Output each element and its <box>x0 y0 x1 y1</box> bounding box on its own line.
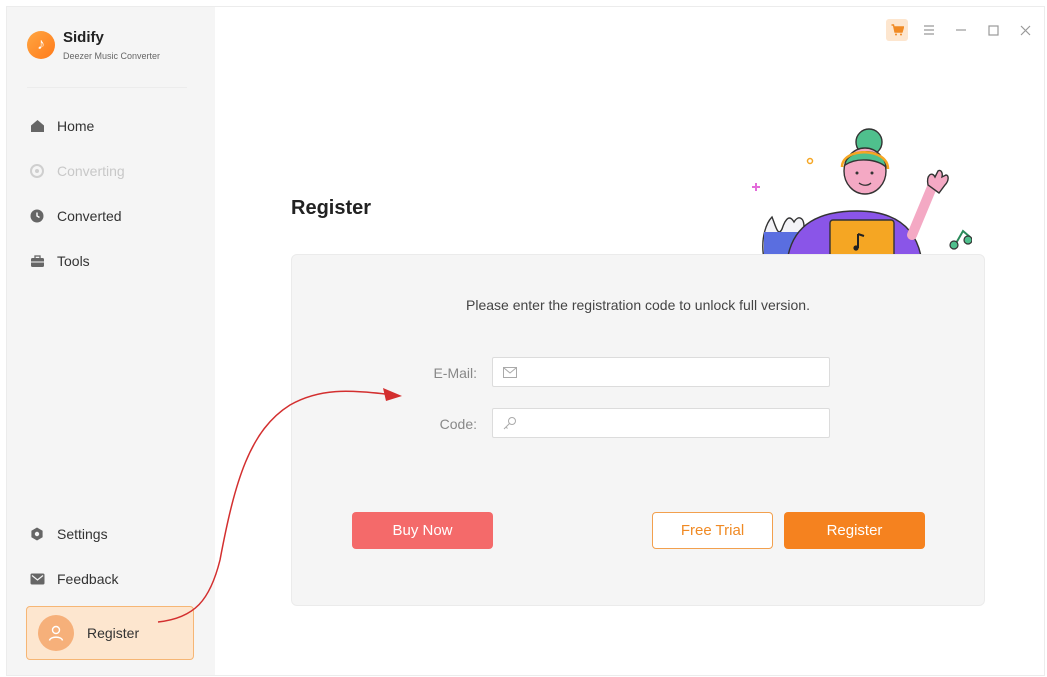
register-message: Please enter the registration code to un… <box>466 297 810 313</box>
sidebar-item-converted[interactable]: Converted <box>29 203 122 229</box>
buy-now-button[interactable]: Buy Now <box>352 512 493 549</box>
sidebar-item-label: Feedback <box>57 571 119 587</box>
converting-icon <box>29 163 45 179</box>
brand: ♪ Sidify Deezer Music Converter <box>27 29 160 61</box>
register-button[interactable]: Register <box>784 512 925 549</box>
sidebar-item-settings[interactable]: Settings <box>29 521 108 547</box>
menu-icon[interactable] <box>918 19 940 41</box>
code-field[interactable] <box>492 408 830 438</box>
cart-icon[interactable] <box>886 19 908 41</box>
app-logo-icon: ♪ <box>27 31 55 59</box>
email-label: E-Mail: <box>433 365 477 381</box>
key-icon <box>502 415 518 431</box>
toolbox-icon <box>29 253 45 269</box>
sidebar-register-label: Register <box>87 625 140 641</box>
app-subtitle: Deezer Music Converter <box>63 51 161 61</box>
sidebar-item-home[interactable]: Home <box>29 113 94 139</box>
sidebar-item-label: Tools <box>57 253 90 269</box>
sidebar-item-converting[interactable]: Converting <box>29 158 125 184</box>
maximize-icon[interactable] <box>982 19 1004 41</box>
email-field[interactable] <box>492 357 830 387</box>
sidebar-item-label: Settings <box>57 526 108 542</box>
free-trial-button[interactable]: Free Trial <box>652 512 773 549</box>
sidebar-item-feedback[interactable]: Feedback <box>29 566 118 592</box>
sidebar: ♪ Sidify Deezer Music Converter Home Con… <box>7 7 215 675</box>
clock-icon <box>29 208 45 224</box>
mail-icon <box>29 571 45 587</box>
code-input[interactable] <box>524 408 829 438</box>
minimize-icon[interactable] <box>950 19 972 41</box>
page-title: Register <box>291 197 372 219</box>
app-window: ♪ Sidify Deezer Music Converter Home Con… <box>6 6 1045 676</box>
envelope-icon <box>502 364 518 380</box>
sidebar-item-label: Converted <box>57 208 122 224</box>
register-panel: Please enter the registration code to un… <box>291 254 985 606</box>
code-label: Code: <box>439 416 477 432</box>
register-illustration <box>752 128 972 262</box>
close-icon[interactable] <box>1014 19 1036 41</box>
app-name: Sidify <box>63 29 104 46</box>
user-icon <box>48 625 64 641</box>
titlebar-controls <box>886 19 1036 41</box>
brand-divider <box>27 87 187 88</box>
email-input[interactable] <box>524 357 829 387</box>
sidebar-item-tools[interactable]: Tools <box>29 248 90 274</box>
sidebar-item-label: Converting <box>57 163 125 179</box>
gear-icon <box>29 526 45 542</box>
avatar <box>38 615 74 651</box>
home-icon <box>29 118 45 134</box>
sidebar-item-label: Home <box>57 118 95 134</box>
sidebar-register-button[interactable]: Register <box>26 606 194 660</box>
